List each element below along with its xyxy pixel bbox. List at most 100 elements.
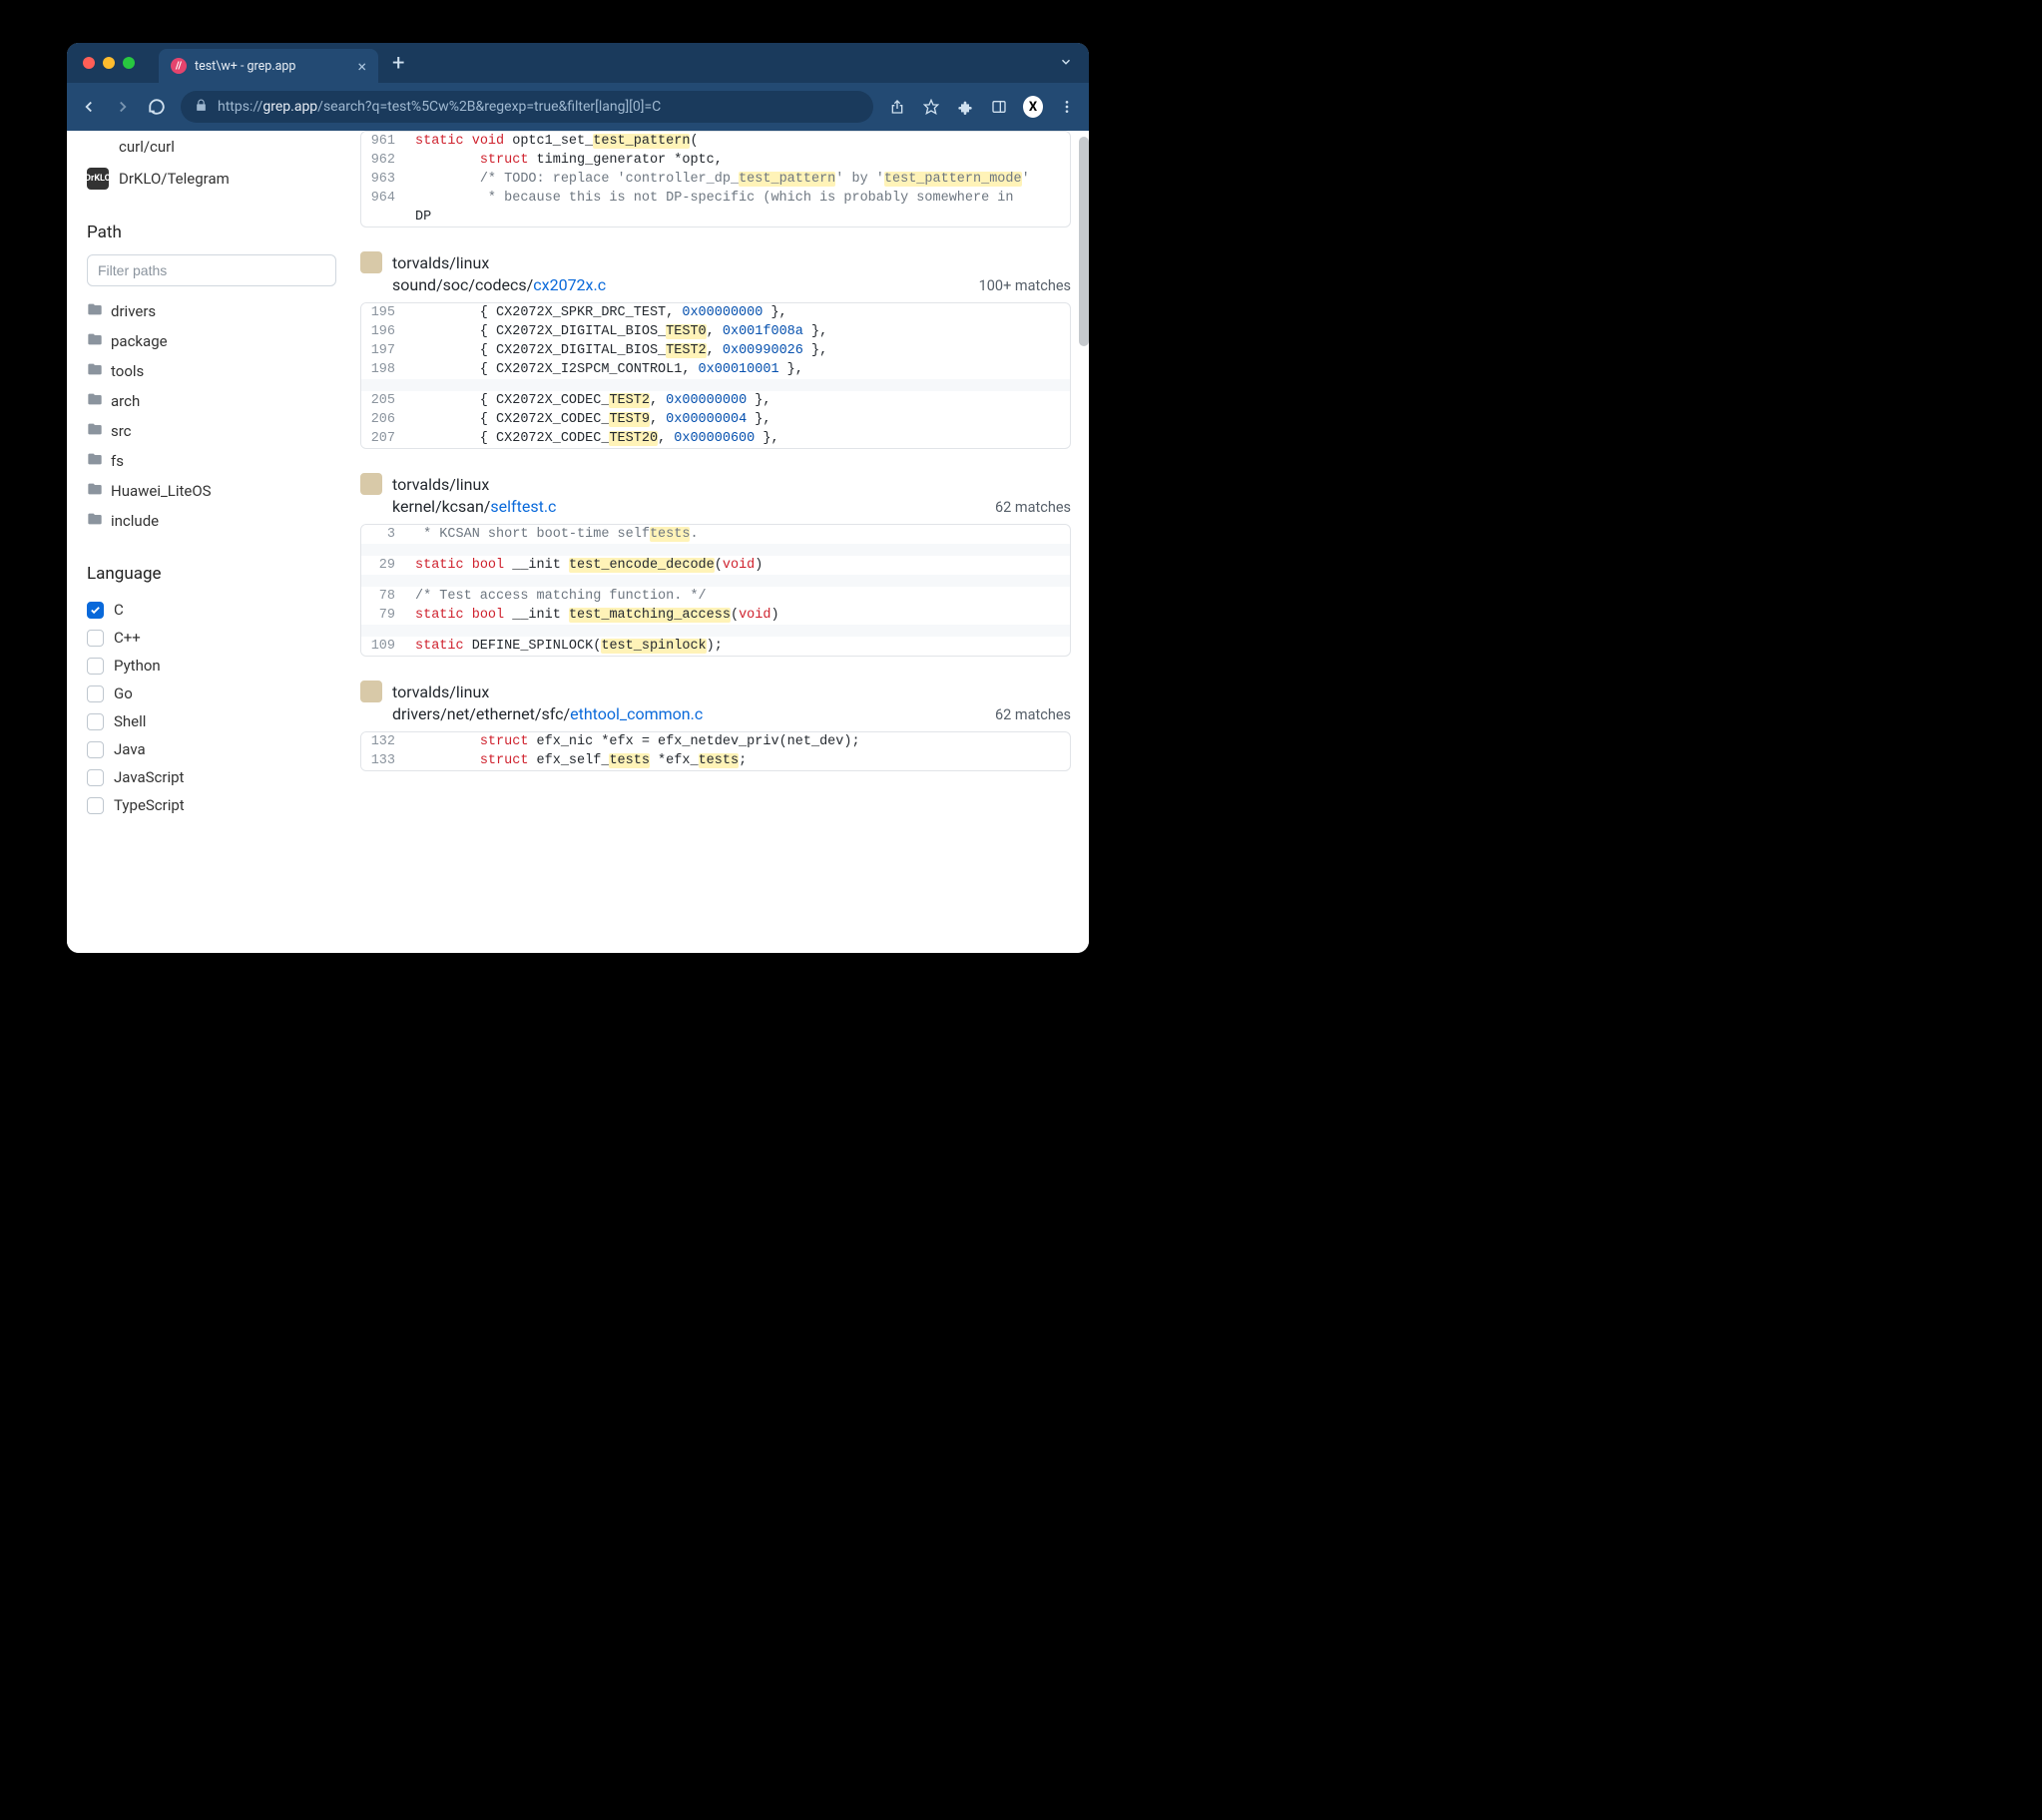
line-number: 133: [361, 751, 407, 770]
path-filter-item[interactable]: package: [87, 326, 336, 356]
result-repo[interactable]: torvalds/linux: [392, 475, 489, 494]
code-line[interactable]: 206 { CX2072X_CODEC_TEST9, 0x00000004 },: [361, 410, 1070, 429]
code-block: 961static void optc1_set_test_pattern(96…: [360, 131, 1071, 228]
tab-overflow-icon[interactable]: [1059, 54, 1073, 73]
line-number: 78: [361, 587, 407, 606]
path-name: include: [111, 512, 159, 530]
line-number: 962: [361, 151, 407, 170]
code-line[interactable]: 78/* Test access matching function. */: [361, 587, 1070, 606]
menu-icon[interactable]: [1057, 99, 1077, 115]
sidepanel-icon[interactable]: [989, 99, 1009, 115]
language-filter-item[interactable]: Python: [87, 652, 336, 680]
folder-icon: [87, 331, 103, 351]
language-filter-item[interactable]: Go: [87, 680, 336, 707]
nav-reload-icon[interactable]: [147, 97, 167, 117]
code-line[interactable]: 198 { CX2072X_I2SPCM_CONTROL1, 0x0001000…: [361, 360, 1070, 379]
code-line[interactable]: 3 * KCSAN short boot-time selftests.: [361, 525, 1070, 544]
share-icon[interactable]: [887, 99, 907, 115]
language-filter-item[interactable]: C: [87, 596, 336, 624]
checkbox[interactable]: [87, 602, 104, 619]
code-line[interactable]: 29static bool __init test_encode_decode(…: [361, 556, 1070, 575]
code-line[interactable]: 961static void optc1_set_test_pattern(: [361, 132, 1070, 151]
language-filter-item[interactable]: C++: [87, 624, 336, 652]
path-filter-item[interactable]: arch: [87, 386, 336, 416]
code-line[interactable]: 79static bool __init test_matching_acces…: [361, 606, 1070, 625]
path-name: src: [111, 422, 132, 440]
code-line[interactable]: 109static DEFINE_SPINLOCK(test_spinlock)…: [361, 637, 1070, 656]
result-repo[interactable]: torvalds/linux: [392, 682, 489, 701]
result-path: sound/soc/codecs/cx2072x.c100+ matches: [392, 275, 1071, 294]
code-content: { CX2072X_CODEC_TEST9, 0x00000004 },: [407, 410, 1070, 429]
result-path-prefix: sound/soc/codecs/: [392, 275, 533, 294]
line-number: 964: [361, 189, 407, 208]
path-filter-item[interactable]: include: [87, 506, 336, 536]
code-line[interactable]: 964 * because this is not DP-specific (w…: [361, 189, 1070, 208]
code-line[interactable]: 197 { CX2072X_DIGITAL_BIOS_TEST2, 0x0099…: [361, 341, 1070, 360]
nav-back-icon[interactable]: [79, 97, 99, 117]
line-number: 198: [361, 360, 407, 379]
code-line[interactable]: 205 { CX2072X_CODEC_TEST2, 0x00000000 },: [361, 391, 1070, 410]
window-maximize[interactable]: [123, 57, 135, 69]
code-line[interactable]: 196 { CX2072X_DIGITAL_BIOS_TEST0, 0x001f…: [361, 322, 1070, 341]
language-name: Shell: [114, 712, 146, 730]
window-minimize[interactable]: [103, 57, 115, 69]
path-filter-item[interactable]: fs: [87, 446, 336, 476]
extensions-icon[interactable]: [955, 99, 975, 115]
path-filter-item[interactable]: src: [87, 416, 336, 446]
code-content: static bool __init test_matching_access(…: [407, 606, 1070, 625]
code-block: 195 { CX2072X_SPKR_DRC_TEST, 0x00000000 …: [360, 302, 1071, 449]
repo-name: curl/curl: [119, 138, 175, 156]
checkbox[interactable]: [87, 741, 104, 758]
result-avatar: [360, 681, 382, 702]
url-bar[interactable]: https://grep.app/search?q=test%5Cw%2B&re…: [181, 91, 873, 123]
tab-close-icon[interactable]: ×: [357, 57, 366, 76]
checkbox[interactable]: [87, 797, 104, 814]
checkbox[interactable]: [87, 685, 104, 702]
code-line[interactable]: 195 { CX2072X_SPKR_DRC_TEST, 0x00000000 …: [361, 303, 1070, 322]
path-filter-item[interactable]: tools: [87, 356, 336, 386]
path-filter-item[interactable]: Huawei_LiteOS: [87, 476, 336, 506]
code-line[interactable]: 207 { CX2072X_CODEC_TEST20, 0x00000600 }…: [361, 429, 1070, 448]
checkbox[interactable]: [87, 769, 104, 786]
repo-filter-item[interactable]: curl/curl: [87, 131, 336, 163]
nav-forward-icon[interactable]: [113, 97, 133, 117]
code-line[interactable]: 132 struct efx_nic *efx = efx_netdev_pri…: [361, 732, 1070, 751]
browser-tab[interactable]: // test\w+ - grep.app ×: [159, 49, 378, 83]
checkbox[interactable]: [87, 713, 104, 730]
code-line[interactable]: 963 /* TODO: replace 'controller_dp_test…: [361, 170, 1070, 189]
result-repo[interactable]: torvalds/linux: [392, 253, 489, 272]
code-content: struct efx_nic *efx = efx_netdev_priv(ne…: [407, 732, 1070, 751]
result-path-link[interactable]: selftest.c: [490, 497, 556, 516]
language-filter-item[interactable]: Shell: [87, 707, 336, 735]
result-path-prefix: kernel/kcsan/: [392, 497, 490, 516]
repo-filter-item[interactable]: DrKLODrKLO/Telegram: [87, 163, 336, 195]
language-filter-item[interactable]: JavaScript: [87, 763, 336, 791]
code-content: /* TODO: replace 'controller_dp_test_pat…: [407, 170, 1070, 189]
new-tab-button[interactable]: +: [392, 51, 404, 76]
sidebar: curl/curlDrKLODrKLO/Telegram Path driver…: [67, 131, 356, 953]
language-filter-item[interactable]: TypeScript: [87, 791, 336, 819]
checkbox[interactable]: [87, 630, 104, 647]
scrollbar-thumb[interactable]: [1079, 137, 1089, 346]
language-section-heading: Language: [87, 564, 336, 584]
code-line[interactable]: 962 struct timing_generator *optc,: [361, 151, 1070, 170]
path-name: package: [111, 332, 168, 350]
tab-title: test\w+ - grep.app: [195, 59, 349, 74]
code-line[interactable]: 133 struct efx_self_tests *efx_tests;: [361, 751, 1070, 770]
code-content: { CX2072X_CODEC_TEST20, 0x00000600 },: [407, 429, 1070, 448]
url-text: https://grep.app/search?q=test%5Cw%2B&re…: [218, 99, 859, 115]
checkbox[interactable]: [87, 658, 104, 675]
result-path-link[interactable]: cx2072x.c: [533, 275, 606, 294]
code-content: * KCSAN short boot-time selftests.: [407, 525, 1070, 544]
path-filter-input[interactable]: [87, 254, 336, 286]
code-content: { CX2072X_DIGITAL_BIOS_TEST0, 0x001f008a…: [407, 322, 1070, 341]
folder-icon: [87, 421, 103, 441]
bookmark-icon[interactable]: [921, 99, 941, 115]
profile-avatar[interactable]: X: [1023, 96, 1043, 118]
window-close[interactable]: [83, 57, 95, 69]
match-count: 62 matches: [995, 499, 1071, 516]
language-filter-item[interactable]: Java: [87, 735, 336, 763]
line-number: 109: [361, 637, 407, 656]
path-filter-item[interactable]: drivers: [87, 296, 336, 326]
result-path-link[interactable]: ethtool_common.c: [570, 704, 703, 723]
